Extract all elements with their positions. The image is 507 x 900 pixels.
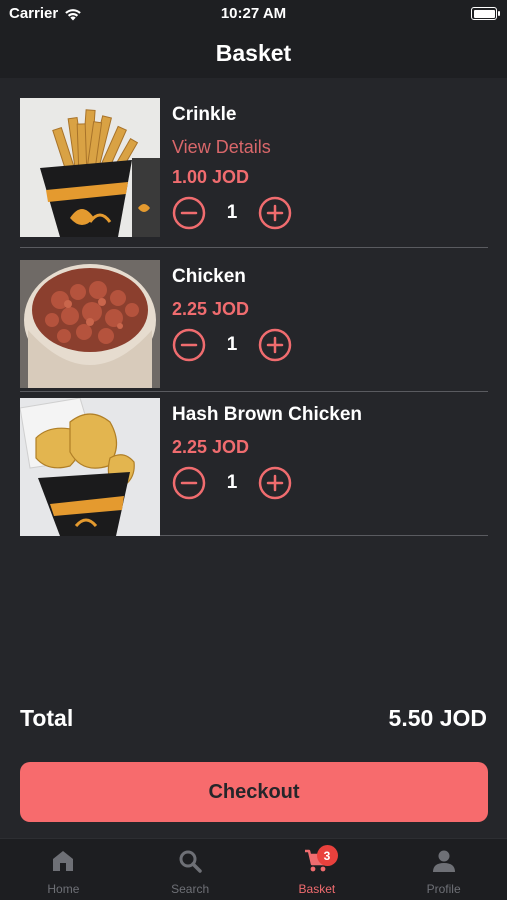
person-icon — [432, 850, 455, 872]
item-price: 2.25 JOD — [172, 299, 250, 319]
tab-label: Search — [171, 882, 210, 896]
item-info: Hash Brown Chicken 2.25 JOD 1 — [160, 398, 362, 535]
basket-item: Hash Brown Chicken 2.25 JOD 1 — [20, 392, 488, 536]
quantity-value: 1 — [226, 202, 238, 223]
search-icon — [179, 850, 202, 873]
item-price: 2.25 JOD — [172, 437, 250, 457]
tab-home[interactable]: Home — [0, 839, 127, 900]
tab-bar: Home Search 3 Basket Profile — [0, 838, 507, 900]
item-info: Chicken 2.25 JOD 1 — [160, 260, 292, 391]
tab-label: Basket — [298, 882, 336, 896]
tab-basket[interactable]: 3 Basket — [254, 839, 381, 900]
hash-brown-chicken-image — [20, 398, 160, 536]
item-price: 1.00 JOD — [172, 167, 250, 187]
basket-item: Crinkle View Details 1.00 JOD 1 — [20, 96, 488, 248]
navigation-bar: Basket — [0, 28, 507, 78]
tab-search[interactable]: Search — [127, 839, 254, 900]
clock: 10:27 AM — [220, 5, 287, 22]
tab-label: Profile — [426, 882, 461, 896]
page-title: Basket — [215, 39, 292, 66]
total-label: Total — [20, 704, 74, 731]
quantity-stepper: 1 — [172, 466, 362, 500]
decrease-quantity-button[interactable] — [172, 328, 206, 362]
basket-item: Chicken 2.25 JOD 1 — [20, 248, 488, 392]
quantity-value: 1 — [226, 472, 238, 493]
checkout-button[interactable]: Checkout — [20, 762, 488, 822]
total-row: Total 5.50 JOD — [20, 700, 487, 736]
item-name: Chicken — [172, 266, 246, 287]
status-bar: Carrier 10:27 AM — [0, 0, 507, 28]
decrease-quantity-button[interactable] — [172, 466, 206, 500]
quantity-stepper: 1 — [172, 196, 292, 230]
battery-icon — [471, 7, 500, 20]
home-icon — [53, 851, 74, 871]
basket-list: Crinkle View Details 1.00 JOD 1 Chicken … — [20, 96, 488, 536]
decrease-quantity-button[interactable] — [172, 196, 206, 230]
increase-quantity-button[interactable] — [258, 466, 292, 500]
increase-quantity-button[interactable] — [258, 196, 292, 230]
item-name: Hash Brown Chicken — [172, 404, 363, 425]
item-name: Crinkle — [172, 104, 237, 125]
quantity-value: 1 — [226, 334, 238, 355]
tab-label: Home — [47, 882, 80, 896]
crinkle-fries-image — [20, 98, 160, 237]
total-value: 5.50 JOD — [388, 704, 487, 731]
chicken-image — [20, 260, 160, 388]
increase-quantity-button[interactable] — [258, 328, 292, 362]
tab-profile[interactable]: Profile — [380, 839, 507, 900]
quantity-stepper: 1 — [172, 328, 292, 362]
item-info: Crinkle View Details 1.00 JOD 1 — [160, 98, 292, 247]
cart-count-badge: 3 — [316, 845, 338, 866]
view-details-link[interactable]: View Details — [172, 136, 292, 158]
